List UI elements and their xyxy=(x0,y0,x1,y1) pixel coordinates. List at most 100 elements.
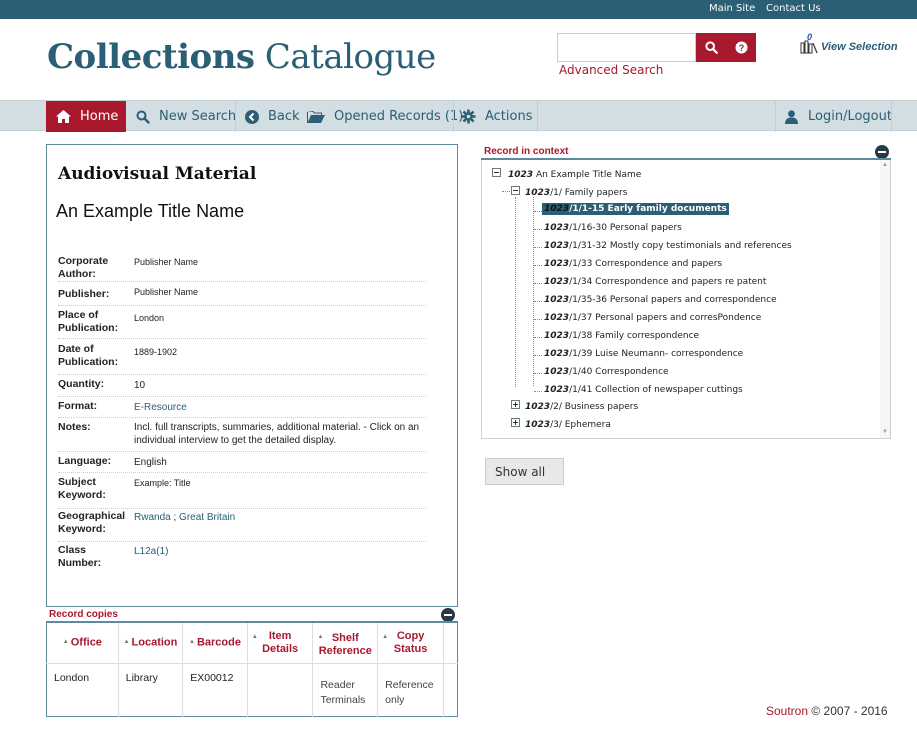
table-header-row: ▲ Office ▲ Location ▲ Barcode ▲ Item Details… xyxy=(46,623,458,664)
field-value: Publisher Name xyxy=(134,257,199,267)
record-title: An Example Title Name xyxy=(56,201,245,221)
tree-node[interactable]: 1023/1/34 Correspondence and papers re p… xyxy=(544,277,766,287)
cell-barcode: EX00012 xyxy=(182,663,248,717)
books-icon xyxy=(800,40,818,54)
field-format: Format: E-Resource xyxy=(58,397,426,418)
cell-spacer xyxy=(444,663,458,717)
keyword-link-rwanda[interactable]: Rwanda xyxy=(134,512,171,523)
tree-expand-icon[interactable] xyxy=(511,400,520,409)
scroll-down-icon[interactable]: ▼ xyxy=(882,429,888,435)
tree-node[interactable]: 1023/3/ Ephemera xyxy=(525,420,611,430)
field-value: 1889-1902 xyxy=(134,347,178,357)
contact-us-link[interactable]: Contact Us xyxy=(766,3,821,14)
keyword-separator: ; xyxy=(173,512,177,523)
nav-home-label: Home xyxy=(80,109,119,124)
tree-node[interactable]: 1023/2/ Business papers xyxy=(525,402,638,412)
search-button[interactable] xyxy=(696,33,726,62)
tree-node[interactable]: 1023/1/ Family papers xyxy=(525,188,627,198)
field-language: Language: English xyxy=(58,452,426,473)
cell-office: London xyxy=(46,663,119,717)
format-link[interactable]: E-Resource xyxy=(134,401,424,414)
context-tree: 1023 An Example Title Name 1023/1/ Famil… xyxy=(481,160,891,439)
footer: Soutron © 2007 - 2016 xyxy=(766,704,888,718)
sort-asc-icon: ▲ xyxy=(123,639,130,646)
nav-actions-label: Actions xyxy=(485,109,533,124)
field-subject-keyword: Subject Keyword: Example: Title xyxy=(58,473,426,509)
site-logo[interactable]: Collections Catalogue xyxy=(47,37,436,77)
sort-asc-icon: ▲ xyxy=(189,639,195,646)
nav-actions[interactable]: Actions xyxy=(461,101,533,132)
nav-bar: Home New Search Back Opened Records (1) … xyxy=(0,100,917,132)
tree-node[interactable]: 1023/1/16-30 Personal papers xyxy=(544,223,682,233)
field-value: Rwanda ; Great Britain xyxy=(134,511,424,524)
nav-divider xyxy=(891,101,892,132)
tree-collapse-icon[interactable] xyxy=(492,168,501,177)
cell-shelf-reference: Reader Terminals xyxy=(312,663,379,717)
field-label: Class Number: xyxy=(58,544,102,569)
advanced-search-link[interactable]: Advanced Search xyxy=(559,63,663,77)
field-label: Geographical Keyword: xyxy=(58,510,126,535)
tree-guide xyxy=(515,197,516,387)
field-label: Publisher: xyxy=(58,288,110,300)
nav-divider xyxy=(537,101,538,132)
tree-node[interactable]: 1023/1/40 Correspondence xyxy=(544,367,669,377)
keyword-link-great-britain[interactable]: Great Britain xyxy=(179,512,235,523)
field-label: Place of Publication: xyxy=(58,309,119,334)
nav-back[interactable]: Back xyxy=(245,101,300,132)
logo-rest: Catalogue xyxy=(264,37,436,77)
field-value: London xyxy=(134,313,165,323)
tree-node[interactable]: 1023/1/39 Luise Neumann- correspondence xyxy=(544,349,743,359)
tree-collapse-icon[interactable] xyxy=(511,186,520,195)
collapse-context-icon[interactable] xyxy=(875,145,889,159)
nav-home[interactable]: Home xyxy=(46,101,126,132)
field-value: Incl. full transcripts, summaries, addit… xyxy=(134,422,420,446)
field-label: Language: xyxy=(58,455,112,467)
top-bar: Main Site Contact Us xyxy=(0,0,917,19)
nav-login-label: Login/Logout xyxy=(808,109,892,124)
nav-divider xyxy=(235,101,236,132)
field-value: Example: Title xyxy=(134,478,191,488)
collapse-copies-icon[interactable] xyxy=(441,608,455,622)
cell-copy-status: Reference only xyxy=(377,663,444,717)
main-site-link[interactable]: Main Site xyxy=(709,3,755,14)
tree-scrollbar[interactable]: ▲ ▼ xyxy=(880,160,890,438)
help-button[interactable]: ? xyxy=(726,33,756,62)
column-header-location[interactable]: ▲ Location xyxy=(118,623,184,664)
tree-node-selected[interactable]: 1023/1/1-15 Early family documents xyxy=(542,203,729,215)
svg-text:?: ? xyxy=(738,43,744,53)
tree-expand-icon[interactable] xyxy=(511,418,520,427)
tree-node[interactable]: 1023/1/41 Collection of newspaper cuttin… xyxy=(544,385,743,395)
tree-node[interactable]: 1023/1/35-36 Personal papers and corresp… xyxy=(544,295,777,305)
back-icon xyxy=(245,109,259,124)
tree-node[interactable]: 1023/1/38 Family correspondence xyxy=(544,331,699,341)
field-label: Format: xyxy=(58,400,98,412)
column-header-item-details[interactable]: ▲ Item Details xyxy=(247,623,314,664)
field-date-of-publication: Date of Publication: 1889-1902 xyxy=(58,339,426,375)
record-copies-title: Record copies xyxy=(49,609,118,620)
column-header-shelf-reference[interactable]: ▲ Shelf Reference xyxy=(312,623,379,664)
footer-copyright: © 2007 - 2016 xyxy=(811,704,888,718)
search-input[interactable] xyxy=(557,33,696,62)
field-label: Subject Keyword: xyxy=(58,476,106,501)
gear-icon xyxy=(461,109,476,124)
search-icon xyxy=(704,41,718,54)
show-all-button[interactable]: Show all xyxy=(485,458,564,485)
nav-login[interactable]: Login/Logout xyxy=(784,101,892,132)
nav-opened-records[interactable]: Opened Records (1) xyxy=(307,101,463,132)
tree-node[interactable]: 1023/1/37 Personal papers and corresPond… xyxy=(544,313,761,323)
class-number-link[interactable]: L12a(1) xyxy=(134,545,424,558)
nav-new-search-label: New Search xyxy=(159,109,237,124)
scroll-up-icon[interactable]: ▲ xyxy=(882,162,888,168)
column-header-barcode[interactable]: ▲ Barcode xyxy=(182,623,248,664)
footer-brand-link[interactable]: Soutron xyxy=(766,704,808,718)
nav-new-search[interactable]: New Search xyxy=(136,101,236,132)
field-quantity: Quantity: 10 xyxy=(58,375,426,397)
tree-node-root[interactable]: 1023 An Example Title Name xyxy=(508,170,641,180)
table-row[interactable]: London Library EX00012 Reader Terminals … xyxy=(46,663,458,717)
tree-node[interactable]: 1023/1/33 Correspondence and papers xyxy=(544,259,722,269)
tree-node[interactable]: 1023/1/31-32 Mostly copy testimonials an… xyxy=(544,241,792,251)
column-header-copy-status[interactable]: ▲ Copy Status xyxy=(377,623,444,664)
view-selection[interactable]: 0 View Selection xyxy=(800,32,900,57)
column-header-office[interactable]: ▲ Office xyxy=(46,623,119,664)
field-notes: Notes: Incl. full transcripts, summaries… xyxy=(58,418,426,452)
